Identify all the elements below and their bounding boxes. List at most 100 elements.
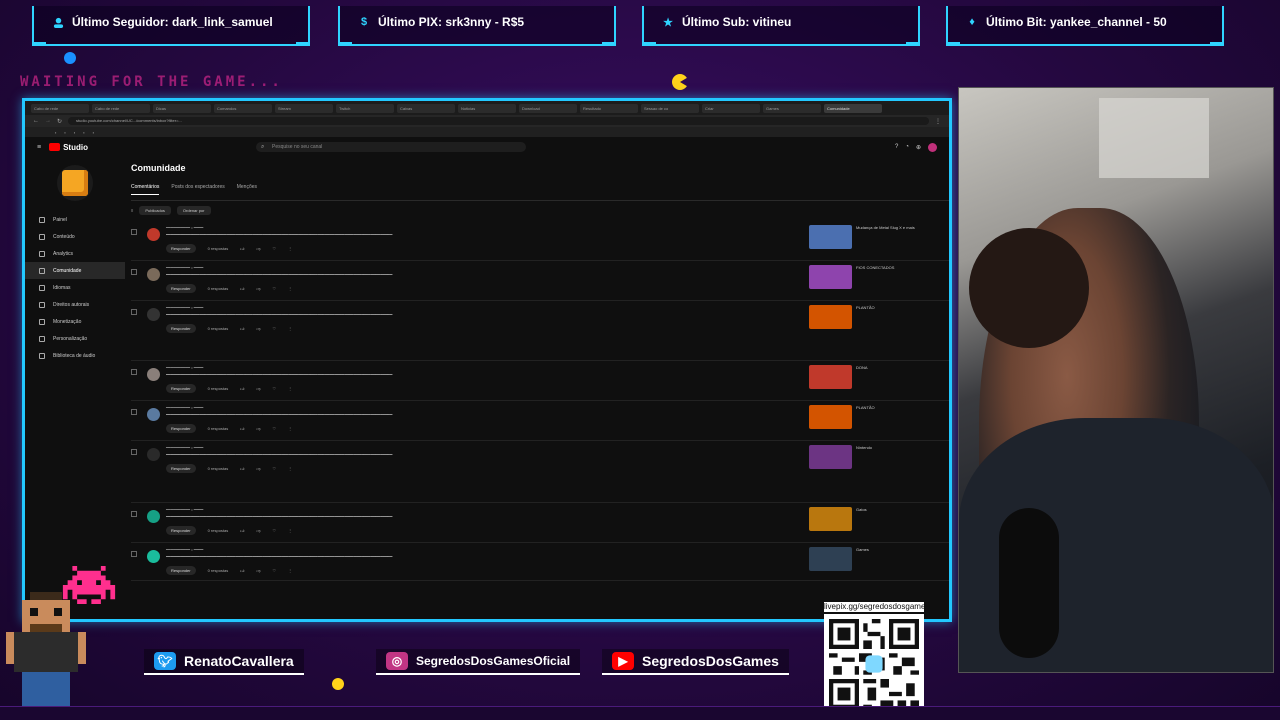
comment-checkbox[interactable] xyxy=(131,551,137,557)
replies-dropdown[interactable]: 0 respostas xyxy=(208,386,229,391)
studio-search-input[interactable]: Pesquise no seu canal xyxy=(255,142,526,152)
heart-icon[interactable]: ♡ xyxy=(273,426,277,431)
commenter-avatar[interactable] xyxy=(147,510,160,523)
reply-button[interactable]: Responder xyxy=(166,324,196,333)
comment-video[interactable]: DONA xyxy=(809,365,919,389)
studio-logo[interactable]: Studio xyxy=(49,143,88,152)
heart-icon[interactable]: ♡ xyxy=(273,326,277,331)
comment-checkbox[interactable] xyxy=(131,229,137,235)
video-title[interactable]: PLANTÃO xyxy=(856,405,875,429)
heart-icon[interactable]: ♡ xyxy=(273,568,277,573)
commenter-avatar[interactable] xyxy=(147,448,160,461)
menu-icon[interactable]: ≡ xyxy=(37,144,41,151)
replies-dropdown[interactable]: 0 respostas xyxy=(208,426,229,431)
like-icon[interactable]: 👍︎ xyxy=(240,528,244,534)
dislike-icon[interactable]: 👎︎ xyxy=(256,326,260,332)
sidebar-item-dashboard[interactable]: Painel xyxy=(25,211,125,228)
comment-video[interactable]: Gatos xyxy=(809,507,919,531)
video-thumbnail[interactable] xyxy=(809,405,852,429)
dislike-icon[interactable]: 👎︎ xyxy=(256,286,260,292)
sidebar-item-analytics[interactable]: Analytics xyxy=(25,245,125,262)
browser-tab[interactable]: Criar xyxy=(702,103,760,113)
commenter-avatar[interactable] xyxy=(147,408,160,421)
more-icon[interactable]: ⋮ xyxy=(288,568,292,573)
video-title[interactable]: Nintendo xyxy=(856,445,872,469)
replies-dropdown[interactable]: 0 respostas xyxy=(208,466,229,471)
comment-checkbox[interactable] xyxy=(131,511,137,517)
reply-button[interactable]: Responder xyxy=(166,526,196,535)
browser-tab[interactable]: Cabo de rede xyxy=(31,103,89,113)
like-icon[interactable]: 👍︎ xyxy=(240,386,244,392)
filter-icon[interactable]: ≡ xyxy=(131,208,133,213)
browser-tab[interactable]: Cabo de rede xyxy=(92,103,150,113)
video-title[interactable]: DONA xyxy=(856,365,868,389)
video-title[interactable]: Mudança de Metal Slug X e mais xyxy=(856,225,915,249)
sidebar-item-community[interactable]: Comunidade xyxy=(25,262,125,279)
comment-checkbox[interactable] xyxy=(131,409,137,415)
bookmark-icon[interactable]: ▪ xyxy=(64,130,65,135)
browser-tab[interactable]: Twitch xyxy=(336,103,394,113)
sidebar-item-customization[interactable]: Personalização xyxy=(25,330,125,347)
create-icon[interactable]: ⊕ xyxy=(916,144,921,151)
sidebar-item-audio-library[interactable]: Biblioteca de áudio xyxy=(25,347,125,364)
reply-button[interactable]: Responder xyxy=(166,566,196,575)
browser-tab[interactable]: Resultado xyxy=(580,103,638,113)
comment-checkbox[interactable] xyxy=(131,369,137,375)
comment-checkbox[interactable] xyxy=(131,449,137,455)
tab-viewer-posts[interactable]: Posts dos espectadores xyxy=(171,184,224,195)
dislike-icon[interactable]: 👎︎ xyxy=(256,426,260,432)
more-icon[interactable]: ⋮ xyxy=(288,286,292,291)
more-icon[interactable]: ⋮ xyxy=(288,466,292,471)
browser-tab[interactable]: Comandos xyxy=(214,103,272,113)
bookmark-icon[interactable]: ▪ xyxy=(74,130,75,135)
tab-comments[interactable]: Comentários xyxy=(131,184,160,195)
more-icon[interactable]: ⋮ xyxy=(288,326,292,331)
help-icon[interactable]: ? xyxy=(895,144,898,150)
address-bar[interactable]: studio.youtube.com/channel/UC.../comment… xyxy=(68,117,929,125)
comment-video[interactable]: Nintendo xyxy=(809,445,919,469)
dislike-icon[interactable]: 👎︎ xyxy=(256,466,260,472)
commenter-avatar[interactable] xyxy=(147,308,160,321)
comment-checkbox[interactable] xyxy=(131,309,137,315)
video-title[interactable]: Gatos xyxy=(856,507,867,531)
heart-icon[interactable]: ♡ xyxy=(273,246,277,251)
account-avatar[interactable] xyxy=(928,142,937,152)
video-thumbnail[interactable] xyxy=(809,225,852,249)
like-icon[interactable]: 👍︎ xyxy=(240,286,244,292)
comment-video[interactable]: PLANTÃO xyxy=(809,305,919,329)
reply-button[interactable]: Responder xyxy=(166,464,196,473)
commenter-avatar[interactable] xyxy=(147,368,160,381)
browser-tab[interactable]: Stream xyxy=(275,103,333,113)
comment-video[interactable]: FIOS CONECTADOS xyxy=(809,265,919,289)
tab-mentions[interactable]: Menções xyxy=(237,184,257,195)
more-icon[interactable]: ⋮ xyxy=(288,386,292,391)
dislike-icon[interactable]: 👎︎ xyxy=(256,246,260,252)
heart-icon[interactable]: ♡ xyxy=(273,286,277,291)
browser-tab-active[interactable]: Comunidade xyxy=(824,103,882,113)
video-title[interactable]: Games xyxy=(856,547,869,571)
comment-video[interactable]: Mudança de Metal Slug X e mais xyxy=(809,225,919,249)
comment-checkbox[interactable] xyxy=(131,269,137,275)
more-icon[interactable]: ⋮ xyxy=(288,426,292,431)
more-icon[interactable]: ⋮ xyxy=(288,246,292,251)
channel-avatar[interactable] xyxy=(57,165,93,201)
browser-tab[interactable]: Noticias xyxy=(458,103,516,113)
commenter-avatar[interactable] xyxy=(147,228,160,241)
video-title[interactable]: PLANTÃO xyxy=(856,305,875,329)
forward-icon[interactable]: → xyxy=(45,118,51,124)
browser-tab[interactable]: Caixas xyxy=(397,103,455,113)
filter-chip-sort[interactable]: Ordenar por xyxy=(176,206,211,215)
commenter-avatar[interactable] xyxy=(147,268,160,281)
replies-dropdown[interactable]: 0 respostas xyxy=(208,528,229,533)
commenter-avatar[interactable] xyxy=(147,550,160,563)
browser-tab[interactable]: Games xyxy=(763,103,821,113)
replies-dropdown[interactable]: 0 respostas xyxy=(208,326,229,331)
heart-icon[interactable]: ♡ xyxy=(273,528,277,533)
browser-tab[interactable]: Download xyxy=(519,103,577,113)
heart-icon[interactable]: ♡ xyxy=(273,386,277,391)
sidebar-item-subtitles[interactable]: Idiomas xyxy=(25,279,125,296)
replies-dropdown[interactable]: 0 respostas xyxy=(208,246,229,251)
dislike-icon[interactable]: 👎︎ xyxy=(256,528,260,534)
extension-icon[interactable]: ⋮ xyxy=(935,118,941,125)
bookmark-icon[interactable]: ▪ xyxy=(93,130,94,135)
